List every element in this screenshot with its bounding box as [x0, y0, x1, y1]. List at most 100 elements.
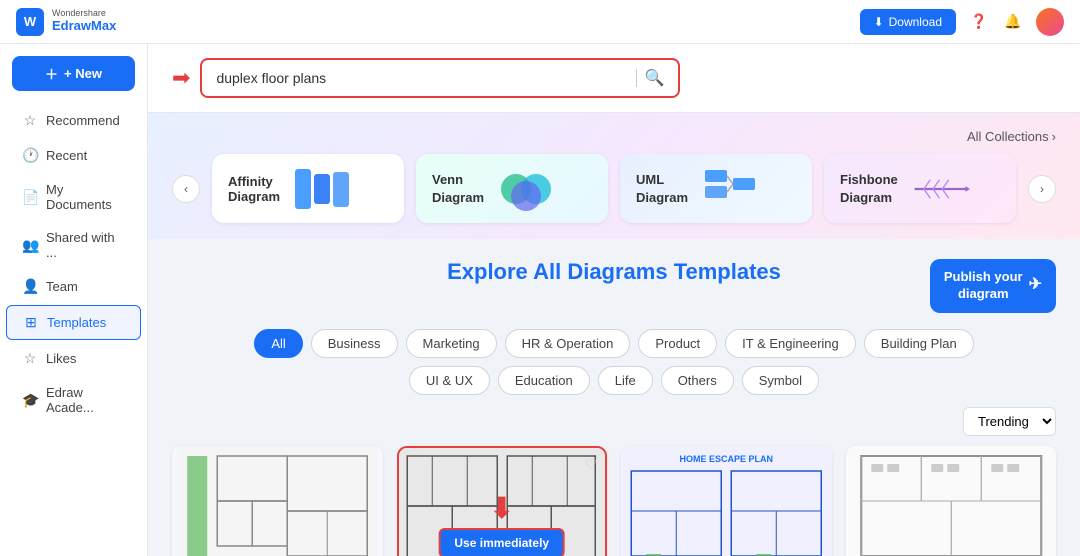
topbar-right: ⬇ Download ❓ 🔔: [860, 8, 1064, 36]
template-card-1-image: [172, 446, 383, 556]
sort-select[interactable]: Trending Newest Popular: [963, 407, 1056, 436]
sidebar-label-shared: Shared with ...: [46, 230, 125, 260]
filter-tab-symbol[interactable]: Symbol: [742, 366, 819, 395]
logo: W Wondershare EdrawMax: [16, 8, 116, 36]
filter-tab-all[interactable]: All: [254, 329, 302, 358]
sidebar-label-recommend: Recommend: [46, 113, 120, 128]
sidebar-label-team: Team: [46, 279, 78, 294]
uml-label: UMLDiagram: [636, 172, 688, 205]
recommend-icon: ☆: [22, 112, 38, 129]
use-immediately-button[interactable]: Use immediately: [438, 528, 565, 556]
template-card-1[interactable]: Floor Plan: [172, 446, 383, 556]
avatar[interactable]: [1036, 8, 1064, 36]
filter-tab-life[interactable]: Life: [598, 366, 653, 395]
collections-section: All Collections › ‹ AffinityDiagram: [148, 113, 1080, 239]
filter-tab-building[interactable]: Building Plan: [864, 329, 974, 358]
filter-tab-business[interactable]: Business: [311, 329, 398, 358]
chevron-right-icon: ›: [1052, 129, 1056, 144]
template-card-3[interactable]: HOME ESCAPE PLAN Home Escape Plan: [621, 446, 832, 556]
carousel-next-button[interactable]: ›: [1028, 175, 1056, 203]
templates-header: Explore All Diagrams Templates Publish y…: [172, 259, 1056, 313]
fishbone-icon: [910, 166, 970, 211]
filter-tabs-row1: All Business Marketing HR & Operation Pr…: [172, 329, 1056, 358]
content-area: ➡ 🔍 All Collections › ‹ AffinityD: [148, 44, 1080, 556]
uml-diagram-card[interactable]: UMLDiagram: [620, 154, 812, 223]
publish-button[interactable]: Publish yourdiagram ✈: [930, 259, 1056, 313]
sidebar-label-documents: My Documents: [46, 182, 125, 212]
sort-bar: Trending Newest Popular: [172, 407, 1056, 436]
filter-tab-hr[interactable]: HR & Operation: [505, 329, 631, 358]
affinity-diagram-card[interactable]: AffinityDiagram: [212, 154, 404, 223]
filter-tab-education[interactable]: Education: [498, 366, 590, 395]
template-card-2[interactable]: ♡ ⬇ Use immediately Duplex Floor Plan: [397, 446, 608, 556]
filter-tab-marketing[interactable]: Marketing: [406, 329, 497, 358]
likes-icon: ☆: [22, 350, 38, 367]
filter-tabs-row2: UI & UX Education Life Others Symbol: [172, 366, 1056, 395]
recent-icon: 🕐: [22, 147, 38, 164]
home-escape-label: HOME ESCAPE PLAN: [679, 454, 773, 464]
venn-diagram-card[interactable]: VennDiagram: [416, 154, 608, 223]
diagram-cards: ‹ AffinityDiagram: [172, 154, 1056, 223]
affinity-label: AffinityDiagram: [228, 174, 280, 204]
search-input[interactable]: [216, 70, 627, 86]
collections-header: All Collections ›: [172, 129, 1056, 144]
sidebar-item-templates[interactable]: ⊞ Templates: [6, 305, 141, 340]
sidebar-item-recommend[interactable]: ☆ Recommend: [6, 104, 141, 137]
brand-bottom: EdrawMax: [52, 19, 116, 33]
venn-icon: [496, 166, 556, 211]
fishbone-diagram-card[interactable]: FishboneDiagram: [824, 154, 1016, 223]
sidebar: ＋ + New ☆ Recommend 🕐 Recent 📄 My Docume…: [0, 44, 148, 556]
sidebar-item-likes[interactable]: ☆ Likes: [6, 342, 141, 375]
venn-label: VennDiagram: [432, 172, 484, 205]
help-icon[interactable]: ❓: [968, 11, 990, 33]
filter-tab-it[interactable]: IT & Engineering: [725, 329, 856, 358]
filter-tab-product[interactable]: Product: [638, 329, 717, 358]
search-area: ➡ 🔍: [148, 44, 1080, 113]
main-layout: ＋ + New ☆ Recommend 🕐 Recent 📄 My Docume…: [0, 44, 1080, 556]
sidebar-label-templates: Templates: [47, 315, 106, 330]
template-card-2-image: ♡ ⬇ Use immediately: [399, 448, 606, 556]
search-divider: [636, 69, 637, 87]
logo-text: Wondershare EdrawMax: [52, 9, 116, 33]
template-card-4-image: [846, 446, 1057, 556]
carousel-prev-button[interactable]: ‹: [172, 175, 200, 203]
logo-icon: W: [16, 8, 44, 36]
notification-icon[interactable]: 🔔: [1002, 11, 1024, 33]
sidebar-item-team[interactable]: 👤 Team: [6, 270, 141, 303]
uml-icon: [700, 166, 760, 211]
shared-icon: 👥: [22, 237, 38, 254]
search-box: 🔍: [200, 58, 680, 98]
sidebar-label-recent: Recent: [46, 148, 87, 163]
topbar: W Wondershare EdrawMax ⬇ Download ❓ 🔔: [0, 0, 1080, 44]
fishbone-label: FishboneDiagram: [840, 172, 898, 205]
sidebar-label-academy: Edraw Acade...: [46, 385, 125, 415]
sidebar-item-my-documents[interactable]: 📄 My Documents: [6, 174, 141, 220]
templates-title: Explore All Diagrams Templates: [447, 259, 781, 284]
documents-icon: 📄: [22, 189, 38, 206]
team-icon: 👤: [22, 278, 38, 295]
academy-icon: 🎓: [22, 392, 38, 409]
filter-tab-ui-ux[interactable]: UI & UX: [409, 366, 490, 395]
templates-icon: ⊞: [23, 314, 39, 331]
template-card-3-image: HOME ESCAPE PLAN: [621, 446, 832, 556]
affinity-icon: [292, 166, 352, 211]
heart-icon[interactable]: ♡: [584, 456, 597, 473]
template-grid: Floor Plan: [172, 446, 1056, 556]
sidebar-item-shared[interactable]: 👥 Shared with ...: [6, 222, 141, 268]
search-arrow-indicator: ➡: [172, 65, 190, 91]
down-arrow-indicator: ⬇: [490, 491, 513, 524]
publish-label: Publish yourdiagram: [944, 269, 1023, 303]
sidebar-label-likes: Likes: [46, 351, 76, 366]
publish-icon: ✈: [1029, 275, 1042, 296]
filter-tab-others[interactable]: Others: [661, 366, 734, 395]
template-card-4[interactable]: Office Floor Plan: [846, 446, 1057, 556]
templates-section: Explore All Diagrams Templates Publish y…: [148, 239, 1080, 556]
download-icon: ⬇: [874, 15, 884, 29]
sidebar-item-edraw-academy[interactable]: 🎓 Edraw Acade...: [6, 377, 141, 423]
search-button[interactable]: 🔍: [645, 68, 665, 88]
download-button[interactable]: ⬇ Download: [860, 9, 956, 35]
plus-icon: ＋: [45, 64, 58, 83]
sidebar-item-recent[interactable]: 🕐 Recent: [6, 139, 141, 172]
new-button[interactable]: ＋ + New: [12, 56, 135, 91]
all-collections-link[interactable]: All Collections ›: [967, 129, 1056, 144]
